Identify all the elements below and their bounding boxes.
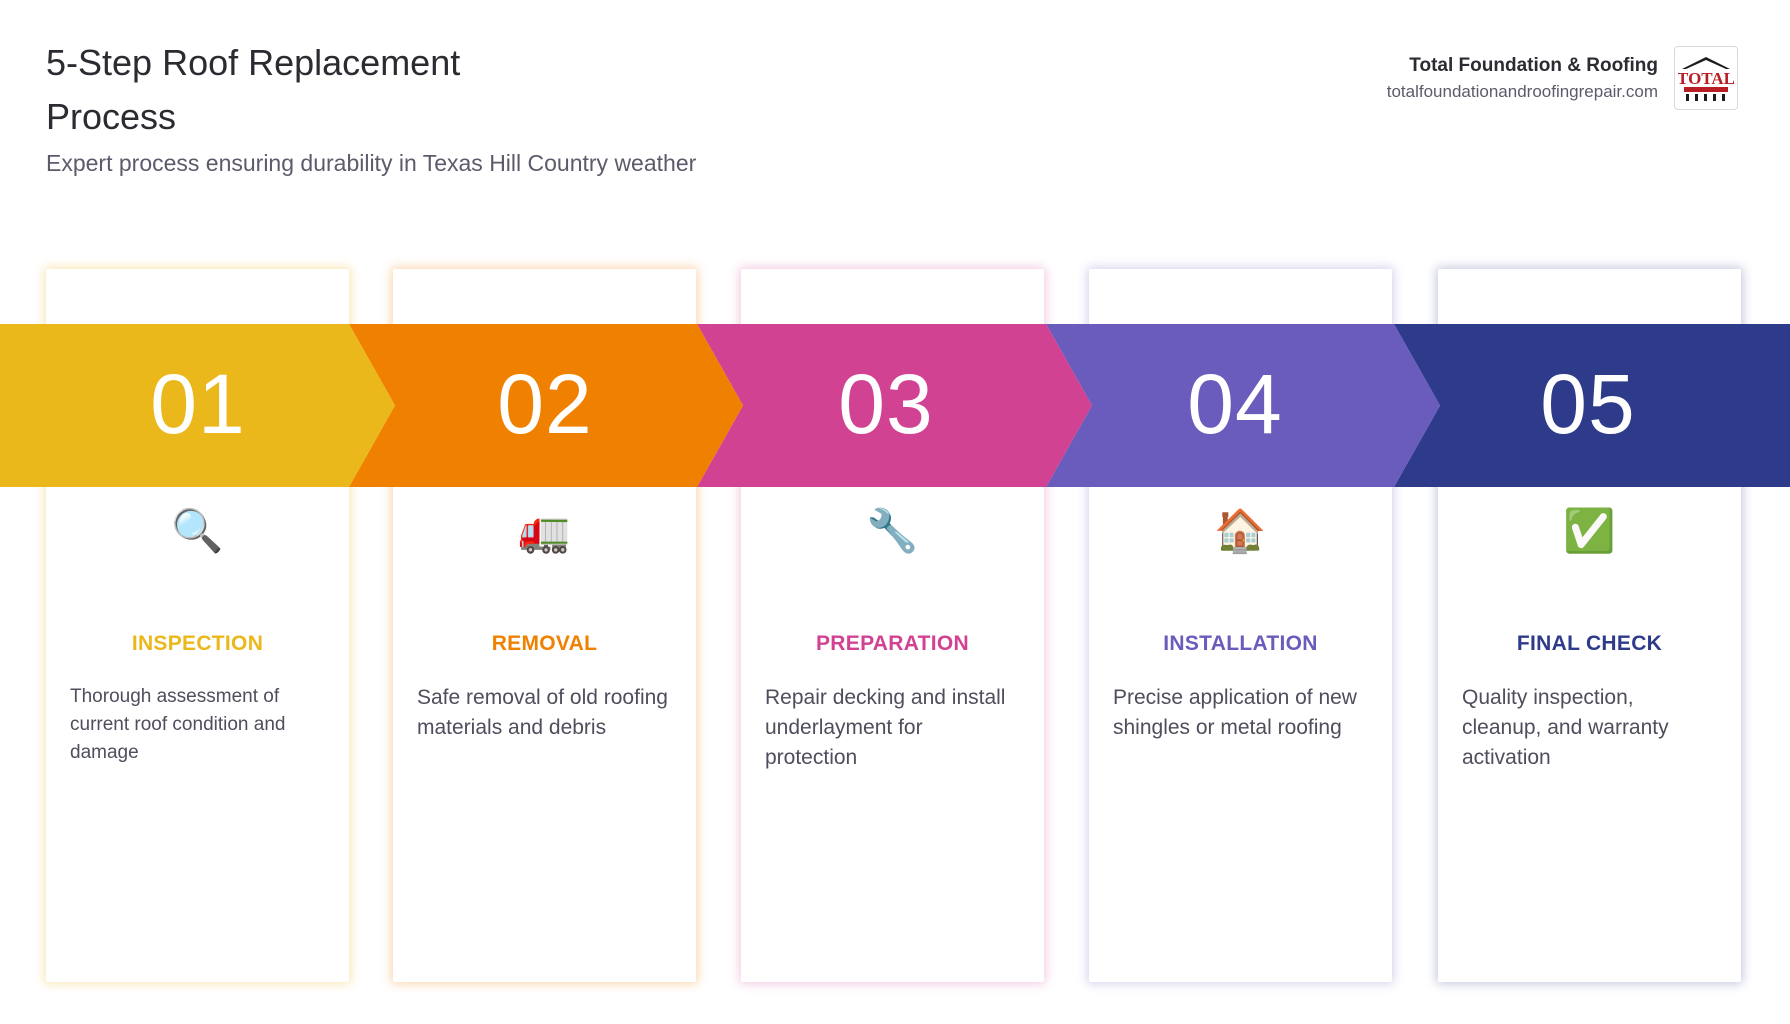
step-number: 04 (1187, 357, 1283, 451)
step-number: 02 (497, 357, 593, 451)
step-title: PREPARATION (815, 632, 970, 655)
house-icon: 🏠 (1178, 469, 1303, 593)
page-subtitle: Expert process ensuring durability in Te… (46, 150, 697, 176)
brand-name: Total Foundation & Roofing (1409, 55, 1658, 76)
magnifying-glass-icon: 🔍 (135, 469, 260, 593)
brand-logo: TOTAL (1674, 46, 1738, 110)
step-description: Safe removal of old roofing materials an… (417, 686, 668, 739)
check-mark-icon: ✅ (1527, 469, 1652, 593)
brand-text: Total Foundation & Roofing totalfoundati… (1387, 52, 1658, 104)
step-number: 03 (838, 357, 934, 451)
roof-logo-icon: TOTAL (1678, 57, 1734, 101)
step-title: FINAL CHECK (1516, 632, 1663, 655)
step-title: REMOVAL (491, 632, 598, 655)
roof-process-infographic: 5-Step Roof Replacement Process Expert p… (0, 0, 1790, 1024)
step-description: Thorough assessment of current roof cond… (70, 686, 286, 763)
step-description: Quality inspection, cleanup, and warrant… (1462, 686, 1669, 769)
brand-url[interactable]: totalfoundationandroofingrepair.com (1387, 80, 1658, 104)
page-title: 5-Step Roof Replacement Process (46, 42, 461, 137)
wrench-icon: 🔧 (830, 469, 955, 593)
brand-block: Total Foundation & Roofing totalfoundati… (1387, 46, 1738, 110)
step-description: Repair decking and install underlayment … (765, 686, 1006, 769)
step-description: Precise application of new shingles or m… (1113, 686, 1357, 739)
svg-text:TOTAL: TOTAL (1678, 69, 1734, 88)
truck-icon: 🚛 (482, 469, 607, 593)
step-number: 05 (1540, 357, 1636, 451)
step-title: INSPECTION (131, 632, 264, 655)
step-number: 01 (150, 357, 246, 451)
step-title: INSTALLATION (1163, 632, 1318, 655)
